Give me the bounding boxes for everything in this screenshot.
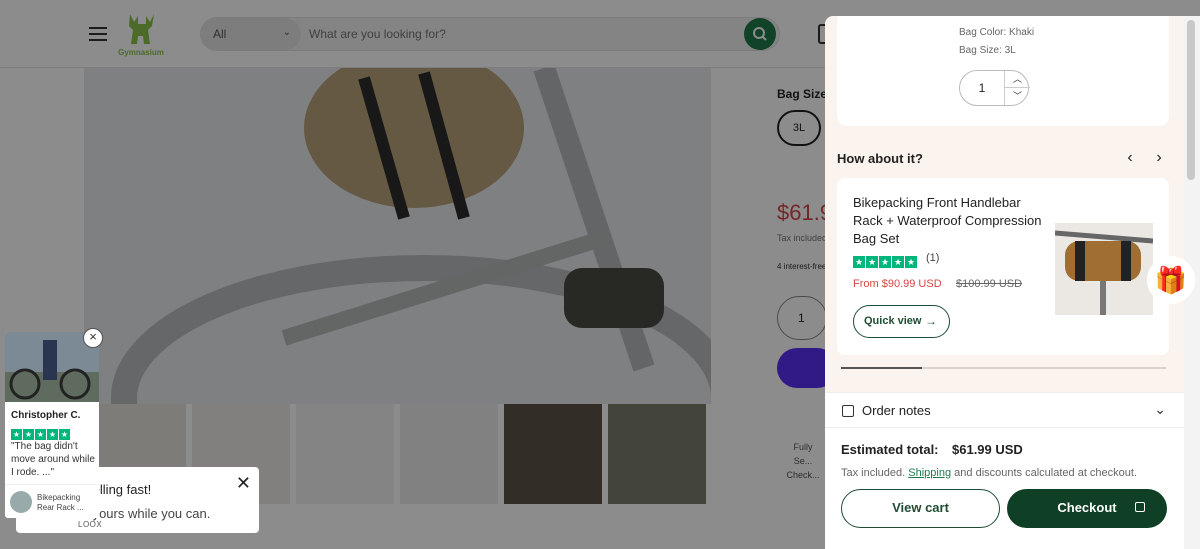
order-notes-label: Order notes (862, 403, 931, 418)
tax-text-start: Tax included. (841, 467, 906, 479)
chevron-left-icon[interactable]: ‹ (1120, 148, 1140, 168)
cart-footer: Estimated total: $61.99 USD Tax included… (825, 427, 1184, 549)
chevron-up-icon[interactable]: ︿ (1005, 71, 1030, 88)
item-option-size: Bag Size: 3L (959, 45, 1016, 56)
chevron-right-icon[interactable]: › (1149, 148, 1169, 168)
item-option-color: Bag Color: Khaki (959, 27, 1035, 38)
tax-note: Tax included. Shipping and discounts cal… (841, 467, 1137, 479)
star-icon: ★ (23, 429, 34, 440)
chevron-down-icon[interactable]: ﹀ (1005, 88, 1030, 105)
star-icon: ★ (905, 256, 917, 268)
rating-count: (1) (926, 252, 940, 264)
loox-brand: LOOX (78, 520, 103, 529)
edit-note-icon (842, 405, 854, 417)
upsell-product-image[interactable] (1054, 223, 1154, 315)
handlebar-bag-photo (1054, 223, 1154, 315)
upsell-title: How about it? (837, 151, 923, 166)
star-icon: ★ (892, 256, 904, 268)
review-product[interactable]: Bikepacking Rear Rack ... (5, 484, 99, 518)
quick-view-label: Quick view (864, 315, 922, 327)
star-icon: ★ (59, 429, 70, 440)
quantity-value[interactable]: 1 (960, 71, 1004, 105)
gift-icon[interactable]: 🎁 (1147, 256, 1195, 304)
view-cart-button[interactable]: View cart (841, 489, 1000, 528)
close-icon[interactable]: × (83, 328, 103, 348)
checkout-label: Checkout (1057, 500, 1117, 515)
review-popup-top[interactable]: Christopher C. ★ ★ ★ ★ ★ "The bag didn't mov… (5, 332, 99, 518)
cart-item: Bag Color: Khaki Bag Size: 3L 1 ︿ ﹀ (837, 16, 1169, 126)
cart-drawer: Bag Color: Khaki Bag Size: 3L 1 ︿ ﹀ How … (825, 16, 1184, 549)
review-product-name: Bikepacking Rear Rack ... (37, 493, 84, 512)
tax-text-end: and discounts calculated at checkout. (954, 467, 1138, 479)
estimated-total-label: Estimated total: (841, 442, 939, 457)
lock-icon (1135, 502, 1145, 512)
reviewer-name: Christopher C. (11, 410, 81, 421)
star-icon: ★ (853, 256, 865, 268)
rating-stars: ★ ★ ★ ★ ★ (853, 252, 918, 268)
star-icon: ★ (866, 256, 878, 268)
arrow-right-icon: → (925, 314, 937, 328)
close-icon[interactable]: ✕ (236, 473, 251, 494)
star-icon: ★ (47, 429, 58, 440)
star-icon: ★ (879, 256, 891, 268)
upsell-product-name[interactable]: Bikepacking Front Handlebar Rack + Water… (853, 194, 1053, 248)
star-icon: ★ (35, 429, 46, 440)
quantity-buttons: ︿ ﹀ (1004, 71, 1030, 105)
review-product-image (10, 491, 32, 513)
chevron-down-icon: ⌄ (1154, 401, 1166, 417)
upsell-price: From $90.99 USD (853, 278, 942, 290)
scrollbar-thumb[interactable] (1187, 20, 1195, 180)
review-text: "The bag didn't move around while I rode… (11, 441, 95, 478)
quick-view-button[interactable]: Quick view → (853, 305, 950, 338)
checkout-button[interactable]: Checkout (1007, 489, 1167, 528)
star-icon: ★ (11, 429, 22, 440)
shipping-link[interactable]: Shipping (908, 467, 951, 479)
quantity-stepper: 1 ︿ ﹀ (959, 70, 1030, 106)
upsell-product-card: Bikepacking Front Handlebar Rack + Water… (837, 178, 1169, 355)
estimated-total-value: $61.99 USD (952, 442, 1023, 457)
upsell-compare-price: $100.99 USD (956, 278, 1023, 290)
carousel-progress (841, 367, 1166, 369)
carousel-progress-fill (841, 367, 923, 369)
order-notes-toggle[interactable]: Order notes ⌄ (825, 392, 1184, 427)
